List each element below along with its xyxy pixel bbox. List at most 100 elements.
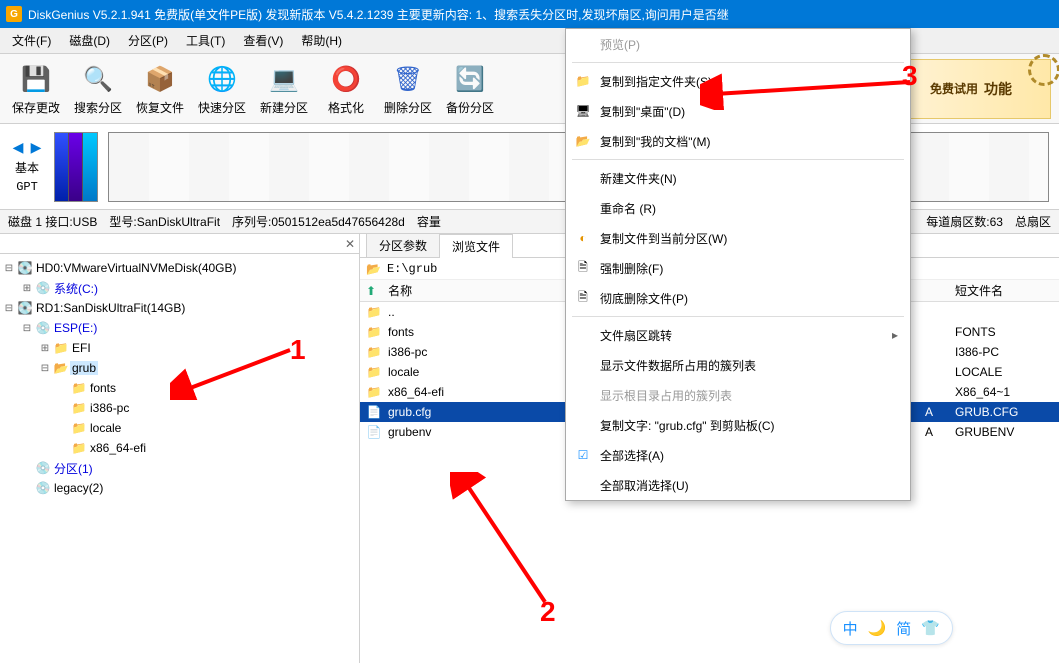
expand-icon[interactable]: ⊞: [38, 343, 52, 354]
ctx-copy-to-cur[interactable]: ◐复制文件到当前分区(W): [566, 223, 910, 253]
context-menu: 预览(P) 📁复制到指定文件夹(S)... 🖥复制到"桌面"(D) 📂复制到"我…: [565, 28, 911, 501]
tree-legacy[interactable]: 💿legacy(2): [2, 478, 357, 498]
drive-icon: 💿: [34, 281, 52, 295]
ctx-copy-text[interactable]: 复制文字: "grub.cfg" 到剪贴板(C): [566, 410, 910, 440]
expand-icon[interactable]: ⊞: [20, 283, 34, 294]
tool-delete-partition[interactable]: 🗑删除分区: [380, 61, 436, 116]
expand-icon[interactable]: ⊟: [38, 363, 52, 374]
ctx-force-delete[interactable]: 🗎强制删除(F): [566, 253, 910, 283]
delete-icon: 🗎: [574, 258, 592, 279]
up-arrow-icon[interactable]: ⬆: [360, 284, 382, 298]
menu-disk[interactable]: 磁盘(D): [61, 30, 118, 51]
partition-bar-1[interactable]: [55, 133, 69, 201]
trash-icon: 🗑: [390, 61, 426, 97]
ctx-show-clusters[interactable]: 显示文件数据所占用的簇列表: [566, 350, 910, 380]
tree-system-c[interactable]: ⊞💿系统(C:): [2, 278, 357, 298]
folder-icon: 📂: [366, 262, 381, 276]
ctx-sector-jump[interactable]: 文件扇区跳转▸: [566, 320, 910, 350]
col-short[interactable]: 短文件名: [949, 282, 1059, 299]
tree-efi[interactable]: ⊞📁EFI: [2, 338, 357, 358]
gear-icon: [1028, 54, 1059, 86]
tree-locale[interactable]: 📁locale: [2, 418, 357, 438]
disk-interface: 磁盘 1 接口:USB: [8, 213, 97, 230]
folder-icon: 📁: [70, 381, 88, 395]
tree-partition1[interactable]: 💿分区(1): [2, 458, 357, 478]
ime-moon-icon[interactable]: 🌙: [868, 619, 887, 637]
folder-open-icon: 📂: [52, 361, 70, 375]
title-text: DiskGenius V5.2.1.941 免费版(单文件PE版) 发现新版本 …: [28, 6, 729, 23]
ctx-deselect-all[interactable]: 全部取消选择(U): [566, 470, 910, 500]
tree-hd0[interactable]: ⊟💽HD0:VMwareVirtualNVMeDisk(40GB): [2, 258, 357, 278]
ctx-copy-to-docs[interactable]: 📂复制到"我的文档"(M): [566, 126, 910, 156]
title-bar: G DiskGenius V5.2.1.941 免费版(单文件PE版) 发现新版…: [0, 0, 1059, 28]
sidebar-close-icon[interactable]: ✕: [345, 237, 355, 251]
tree-i386[interactable]: 📁i386-pc: [2, 398, 357, 418]
ctx-select-all[interactable]: ☑全部选择(A): [566, 440, 910, 470]
nav-prev-icon[interactable]: ◀: [10, 139, 26, 155]
file-short: LOCALE: [949, 365, 1059, 379]
folder-icon: 📁: [574, 74, 592, 88]
disk-capacity: 容量: [417, 213, 441, 230]
ctx-rename[interactable]: 重命名 (R): [566, 193, 910, 223]
disk-sectors-per-track: 每道扇区数:63: [926, 213, 1003, 230]
save-icon: 💾: [18, 61, 54, 97]
menu-partition[interactable]: 分区(P): [120, 30, 176, 51]
ime-shirt-icon[interactable]: 👕: [921, 619, 940, 637]
ime-lang-icon[interactable]: 中: [843, 618, 858, 639]
tab-browse-files[interactable]: 浏览文件: [439, 234, 513, 258]
tab-partition-params[interactable]: 分区参数: [366, 233, 440, 257]
tool-recover[interactable]: 📦恢复文件: [132, 61, 188, 116]
separator: [572, 62, 904, 63]
nav-box: ◀ ▶ 基本 GPT: [10, 139, 44, 194]
file-type-icon: 📁: [360, 305, 382, 319]
menu-tools[interactable]: 工具(T): [178, 30, 233, 51]
expand-icon[interactable]: ⊟: [20, 323, 34, 334]
menu-file[interactable]: 文件(F): [4, 30, 59, 51]
ctx-copy-to-desktop[interactable]: 🖥复制到"桌面"(D): [566, 96, 910, 126]
disk-serial: 序列号:0501512ea5d47656428d: [232, 213, 405, 230]
expand-icon[interactable]: ⊟: [2, 303, 16, 314]
ctx-new-folder[interactable]: 新建文件夹(N): [566, 163, 910, 193]
ctx-perm-delete[interactable]: 🗎彻底删除文件(P): [566, 283, 910, 313]
pie-icon: ◐: [574, 231, 592, 245]
ime-bar[interactable]: 中 🌙 简 👕: [830, 611, 953, 645]
tree-esp-e[interactable]: ⊟💿ESP(E:): [2, 318, 357, 338]
disk-icon: 💽: [16, 261, 34, 275]
tree-fonts[interactable]: 📁fonts: [2, 378, 357, 398]
disk-icon: 💽: [16, 301, 34, 315]
nav-next-icon[interactable]: ▶: [28, 139, 44, 155]
app-logo-icon: G: [6, 6, 22, 22]
ctx-copy-to-folder[interactable]: 📁复制到指定文件夹(S)...: [566, 66, 910, 96]
tool-save[interactable]: 💾保存更改: [8, 61, 64, 116]
tool-backup-partition[interactable]: 🔄备份分区: [442, 61, 498, 116]
disk-tree: ⊟💽HD0:VMwareVirtualNVMeDisk(40GB) ⊞💿系统(C…: [0, 254, 359, 663]
file-short: FONTS: [949, 325, 1059, 339]
ime-simplified-icon[interactable]: 简: [896, 618, 911, 639]
tool-format[interactable]: ⭕格式化: [318, 61, 374, 116]
menu-help[interactable]: 帮助(H): [293, 30, 350, 51]
tool-quick-partition[interactable]: 🌐快速分区: [194, 61, 250, 116]
tool-search-partition[interactable]: 🔍搜索分区: [70, 61, 126, 116]
partition-color-bars[interactable]: [54, 132, 98, 202]
tool-new-partition[interactable]: 💻新建分区: [256, 61, 312, 116]
promo-banner[interactable]: 免费试用 功能: [891, 59, 1051, 119]
drive-icon: 💿: [34, 321, 52, 335]
tree-rd1[interactable]: ⊟💽RD1:SanDiskUltraFit(14GB): [2, 298, 357, 318]
folder-icon: 📁: [70, 441, 88, 455]
expand-icon[interactable]: ⊟: [2, 263, 16, 274]
disk-type-label: 基本: [15, 159, 39, 176]
folder-icon: 📁: [70, 421, 88, 435]
menu-view[interactable]: 查看(V): [235, 30, 291, 51]
partition-bar-2[interactable]: [69, 133, 83, 201]
file-short: I386-PC: [949, 345, 1059, 359]
documents-icon: 📂: [574, 134, 592, 148]
disk-total-sectors: 总扇区: [1015, 213, 1051, 230]
tree-grub[interactable]: ⊟📂grub: [2, 358, 357, 378]
tree-x86[interactable]: 📁x86_64-efi: [2, 438, 357, 458]
sidebar-header: ✕: [0, 234, 359, 254]
check-icon: ☑: [574, 448, 592, 462]
file-attr: A: [909, 425, 949, 439]
chevron-right-icon: ▸: [892, 328, 898, 342]
partition-bar-3[interactable]: [83, 133, 97, 201]
file-type-icon: 📁: [360, 385, 382, 399]
